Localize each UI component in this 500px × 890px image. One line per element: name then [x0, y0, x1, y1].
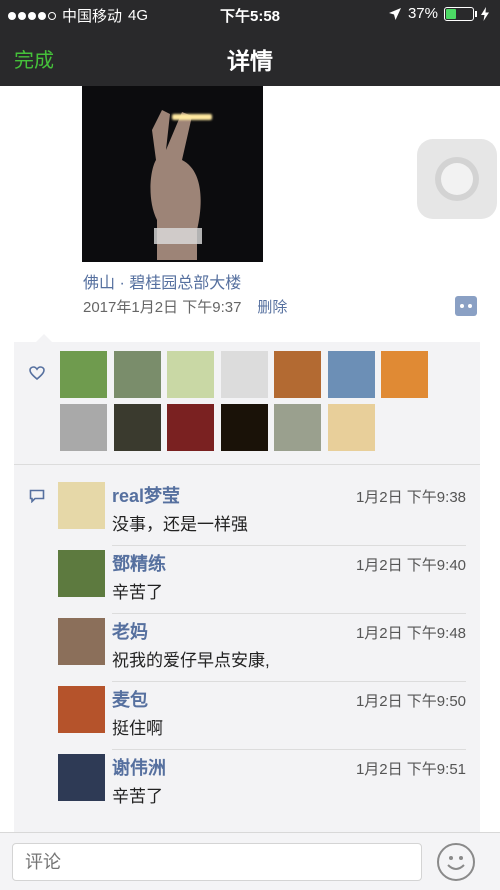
- nav-bar: 完成 详情: [0, 30, 500, 86]
- like-avatar[interactable]: [220, 404, 268, 451]
- interaction-panel: real梦莹 1月2日 下午9:38 没事，还是一样强鄧精练 1月2日 下午9:40 辛…: [14, 334, 480, 832]
- location-arrow-icon: [388, 7, 401, 20]
- comment-time: 1月2日 下午9:40: [355, 557, 466, 574]
- panel-divider: [14, 464, 480, 465]
- like-avatar[interactable]: [167, 404, 214, 451]
- post-date: 2017年1月2日 下午9:37: [83, 299, 242, 316]
- commenter-avatar[interactable]: [58, 550, 105, 597]
- comment-time: 1月2日 下午9:51: [355, 761, 466, 778]
- smiley-face-glyph: [447, 856, 465, 870]
- heart-icon: [29, 366, 45, 380]
- like-avatar[interactable]: [167, 351, 214, 398]
- top-bar: 中国移动 4G 下午5:58 37% 完成 详情: [0, 0, 500, 86]
- comment-row[interactable]: 谢伟洲 1月2日 下午9:51 辛苦了: [58, 750, 466, 818]
- comment-icon: [29, 489, 45, 503]
- comment-time: 1月2日 下午9:48: [355, 625, 466, 642]
- comment-text: 挺住啊: [112, 719, 163, 738]
- comment-row[interactable]: 鄧精练 1月2日 下午9:40 辛苦了: [58, 546, 466, 614]
- commenter-avatar[interactable]: [58, 686, 105, 733]
- comment-text: 辛苦了: [112, 583, 163, 602]
- comment-time: 1月2日 下午9:50: [355, 693, 466, 710]
- comment-time: 1月2日 下午9:38: [355, 489, 466, 506]
- commenter-name[interactable]: 麦包: [112, 686, 148, 712]
- battery-percent: 37%: [407, 5, 438, 22]
- like-avatar[interactable]: [327, 351, 375, 398]
- page-title: 详情: [227, 48, 273, 74]
- delete-button[interactable]: 删除: [257, 296, 287, 317]
- commenter-avatar[interactable]: [58, 754, 105, 801]
- comment-text: 祝我的爱仔早点安康,: [112, 651, 270, 670]
- smiley-icon[interactable]: [437, 843, 475, 881]
- comment-row[interactable]: real梦莹 1月2日 下午9:38 没事，还是一样强: [58, 478, 466, 546]
- post-photo[interactable]: [82, 86, 263, 262]
- like-avatar[interactable]: [113, 404, 161, 451]
- commenter-name[interactable]: 鄧精练: [112, 550, 166, 576]
- charging-bolt-icon: [481, 6, 489, 21]
- location-link[interactable]: 佛山 · 碧桂园总部大楼: [83, 269, 241, 293]
- status-bar: 中国移动 4G 下午5:58 37%: [0, 0, 500, 30]
- post-meta: 2017年1月2日 下午9:37 删除: [83, 296, 287, 317]
- commenter-name[interactable]: 谢伟洲: [112, 754, 166, 780]
- comment-input-bar: [0, 832, 500, 890]
- commenter-name[interactable]: real梦莹: [112, 482, 180, 508]
- battery-level: [446, 8, 456, 19]
- comment-text: 辛苦了: [112, 787, 163, 806]
- assistive-touch-button[interactable]: [417, 139, 497, 219]
- commenter-avatar[interactable]: [58, 618, 105, 665]
- like-avatar[interactable]: [274, 404, 321, 451]
- commenter-avatar[interactable]: [58, 482, 105, 529]
- comment-row[interactable]: 麦包 1月2日 下午9:50 挺住啊: [58, 682, 466, 750]
- comment-text: 没事，还是一样强: [112, 515, 248, 534]
- status-right: 37%: [388, 5, 490, 22]
- victory-hand-image: [150, 110, 202, 260]
- like-avatar[interactable]: [327, 404, 375, 451]
- like-avatar[interactable]: [381, 351, 428, 398]
- like-avatar[interactable]: [60, 404, 107, 451]
- sign-light: [172, 114, 212, 120]
- comment-menu-icon[interactable]: [455, 296, 477, 316]
- commenter-name[interactable]: 老妈: [112, 618, 148, 644]
- like-avatar[interactable]: [113, 351, 161, 398]
- comment-input[interactable]: [12, 843, 422, 881]
- assistive-ring-inner: [441, 163, 473, 195]
- battery-icon: [444, 6, 477, 21]
- like-avatar[interactable]: [274, 351, 321, 398]
- comment-row[interactable]: 老妈 1月2日 下午9:48 祝我的爱仔早点安康,: [58, 614, 466, 682]
- like-avatar[interactable]: [60, 351, 107, 398]
- like-avatar[interactable]: [220, 351, 268, 398]
